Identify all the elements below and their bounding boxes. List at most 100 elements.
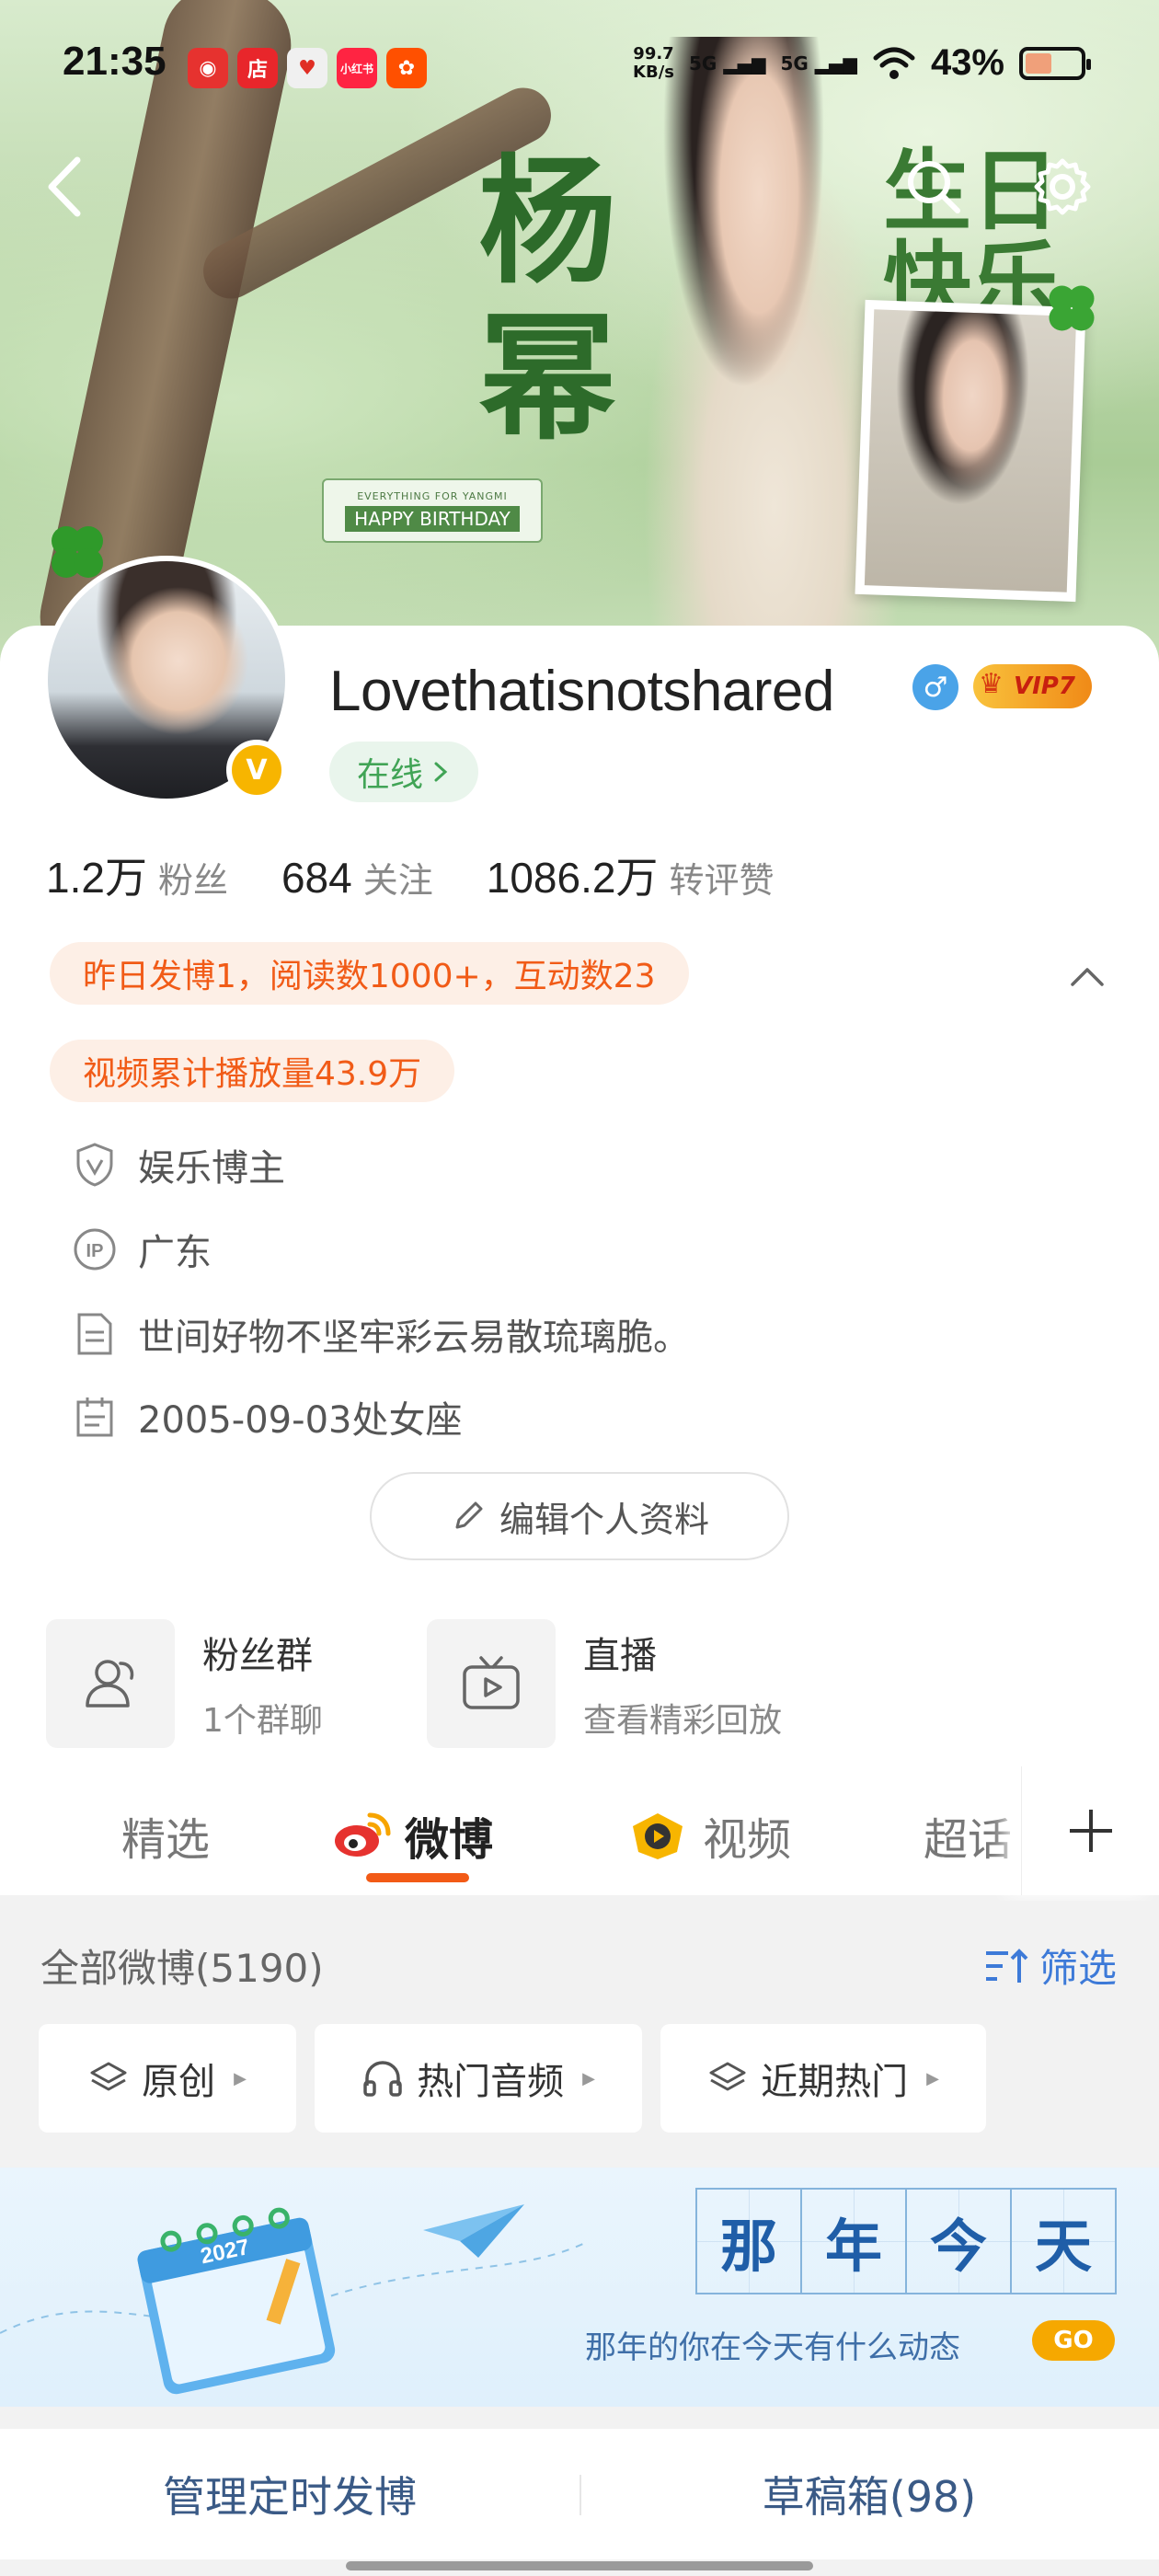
on-this-day-title: 那 年 今 天 (695, 2188, 1117, 2294)
info-row-ip: IP 广东 (72, 1222, 212, 1277)
chip-recent-hot-label: 近期热门 (761, 2061, 909, 2103)
tab-weibo-label: 微博 (405, 1814, 494, 1866)
info-category-text: 娱乐博主 (138, 1147, 285, 1190)
signal-bars-icon: ▂▄▆ (723, 52, 766, 75)
shield-icon (72, 1142, 118, 1188)
engagement-label: 转评赞 (669, 860, 775, 901)
status-bar-right: 99.7 KB/s 5G ▂▄▆ 5G ▂▄▆ 43% (633, 42, 1091, 84)
tag-title: HAPPY BIRTHDAY (345, 505, 520, 532)
live-subtitle: 查看精彩回放 (583, 1702, 783, 1740)
clock: 21:35 (63, 39, 166, 84)
tag-subtitle: EVERYTHING FOR YANGMI (357, 489, 508, 502)
following-count: 684 (281, 854, 352, 902)
video-play-icon (633, 1813, 683, 1859)
scheduled-posts-button[interactable]: 管理定时发博 (0, 2464, 580, 2524)
info-row-birthday: 2005-09-03处女座 (72, 1389, 462, 1444)
online-status-pill[interactable]: 在线 (329, 742, 479, 802)
tab-supertopic[interactable]: 超话 (924, 1803, 1012, 1868)
engagement-stat[interactable]: 1086.2万 转评赞 (487, 845, 775, 905)
caret-right-icon: ▶ (582, 2068, 595, 2088)
paper-plane-icon (423, 2204, 524, 2258)
signal-1-label: 5G (689, 52, 717, 75)
chip-original-label: 原创 (142, 2061, 216, 2103)
headphones-icon (363, 2061, 402, 2097)
username: Lovethatisnotshared (329, 660, 834, 723)
engagement-count: 1086.2万 (486, 854, 659, 902)
go-button[interactable]: GO (1032, 2320, 1115, 2361)
caret-right-icon: ▶ (234, 2068, 247, 2088)
live-tv-icon (427, 1619, 556, 1748)
followers-label: 粉丝 (157, 860, 228, 901)
layers-icon (709, 2062, 746, 2091)
tab-featured[interactable]: 精选 (121, 1803, 210, 1868)
tab-supertopic-label: 超话 (924, 1814, 1013, 1866)
weibo-icon (335, 1812, 391, 1857)
pinduoduo-app-icon: ♥ (287, 48, 327, 88)
back-button[interactable] (24, 145, 107, 228)
drafts-button[interactable]: 草稿箱(98) (580, 2464, 1159, 2524)
chip-original[interactable]: 原创 ▶ (39, 2024, 296, 2133)
signal-bars-icon: ▂▄▆ (814, 52, 857, 75)
video-plays-pill[interactable]: 视频累计播放量43.9万 (50, 1040, 455, 1102)
tab-weibo[interactable]: 微博 (331, 1803, 493, 1868)
online-status-label: 在线 (357, 756, 424, 794)
followers-stat[interactable]: 1.2万 粉丝 (46, 845, 228, 905)
shop-app-icon: 店 (237, 48, 278, 88)
live-shortcut[interactable]: 直播 查看精彩回放 (427, 1619, 782, 1748)
add-tab-button[interactable] (1021, 1766, 1159, 1895)
clover-icon (1049, 285, 1095, 331)
network-speed: 99.7 KB/s (633, 44, 674, 82)
fan-group-shortcut[interactable]: 粉丝群 1个群聊 (46, 1619, 323, 1748)
all-posts-count: 全部微博(5190) (40, 1946, 324, 1991)
on-this-day-subtitle: 那年的你在今天有什么动态 (585, 2329, 960, 2366)
chip-recent-hot[interactable]: 近期热门 ▶ (660, 2024, 986, 2133)
divider (580, 2475, 581, 2515)
battery-percent: 43% (930, 42, 1004, 83)
wifi-icon (873, 47, 915, 79)
chevron-up-icon[interactable] (1067, 957, 1107, 997)
search-button[interactable] (892, 145, 975, 228)
fan-group-title: 粉丝群 (202, 1635, 313, 1677)
calendar-icon (72, 1394, 118, 1440)
filter-button[interactable]: 筛选 (982, 1938, 1117, 1994)
following-label: 关注 (362, 860, 433, 901)
tab-video-label: 视频 (703, 1814, 792, 1866)
info-birthday-text: 2005-09-03处女座 (138, 1399, 463, 1442)
info-row-bio: 世间好物不坚牢彩云易散琉璃脆。 (72, 1306, 690, 1362)
banner-title-char-2: 幂 (478, 297, 617, 459)
on-this-day-banner[interactable]: 2027 那 年 今 天 那年的你在今天有什么动态 GO (0, 2168, 1159, 2407)
gear-icon (1034, 158, 1091, 215)
edit-profile-button[interactable]: 编辑个人资料 (370, 1472, 789, 1560)
svg-text:IP: IP (86, 1241, 104, 1261)
tab-video[interactable]: 视频 (625, 1803, 791, 1868)
chevron-right-icon (434, 762, 448, 782)
active-tab-indicator (366, 1873, 469, 1882)
chip-hot-audio[interactable]: 热门音频 ▶ (315, 2024, 642, 2133)
vip-badge[interactable]: ♛ VIP7 (973, 664, 1092, 708)
edit-profile-label: 编辑个人资料 (499, 1499, 709, 1540)
status-bar: 21:35 ◉ 店 ♥ 小红书 ✿ 99.7 KB/s 5G ▂▄▆ 5G ▂▄… (0, 0, 1159, 138)
home-indicator[interactable] (346, 2561, 813, 2570)
plus-icon (1069, 1810, 1112, 1852)
layers-icon (90, 2062, 127, 2091)
crown-icon: ♛ (979, 668, 1004, 700)
profile-stats: 1.2万 粉丝 684 关注 1086.2万 转评赞 (46, 845, 827, 905)
group-icon (46, 1619, 175, 1748)
tab-featured-label: 精选 (121, 1814, 211, 1866)
yesterday-stats-pill[interactable]: 昨日发博1，阅读数1000+，互动数23 (50, 942, 689, 1005)
followers-count: 1.2万 (46, 854, 147, 902)
settings-button[interactable] (1021, 145, 1104, 228)
verified-badge-icon: V (226, 740, 287, 800)
following-stat[interactable]: 684 关注 (281, 852, 433, 903)
male-icon: ♂ (912, 664, 958, 710)
info-row-category: 娱乐博主 (72, 1137, 285, 1192)
chip-hot-audio-label: 热门音频 (417, 2061, 565, 2103)
title-char: 今 (905, 2188, 1012, 2294)
happy-birthday-tag: EVERYTHING FOR YANGMI HAPPY BIRTHDAY (322, 478, 543, 543)
sort-filter-icon (985, 1948, 1028, 1983)
signal-1: 5G ▂▄▆ (689, 52, 765, 75)
profile-tabs: 精选 微博 视频 超话 (0, 1766, 1159, 1895)
signal-2-label: 5G (780, 52, 809, 75)
info-ip-text: 广东 (138, 1232, 212, 1274)
xiaohongshu-app-icon: 小红书 (337, 48, 377, 88)
